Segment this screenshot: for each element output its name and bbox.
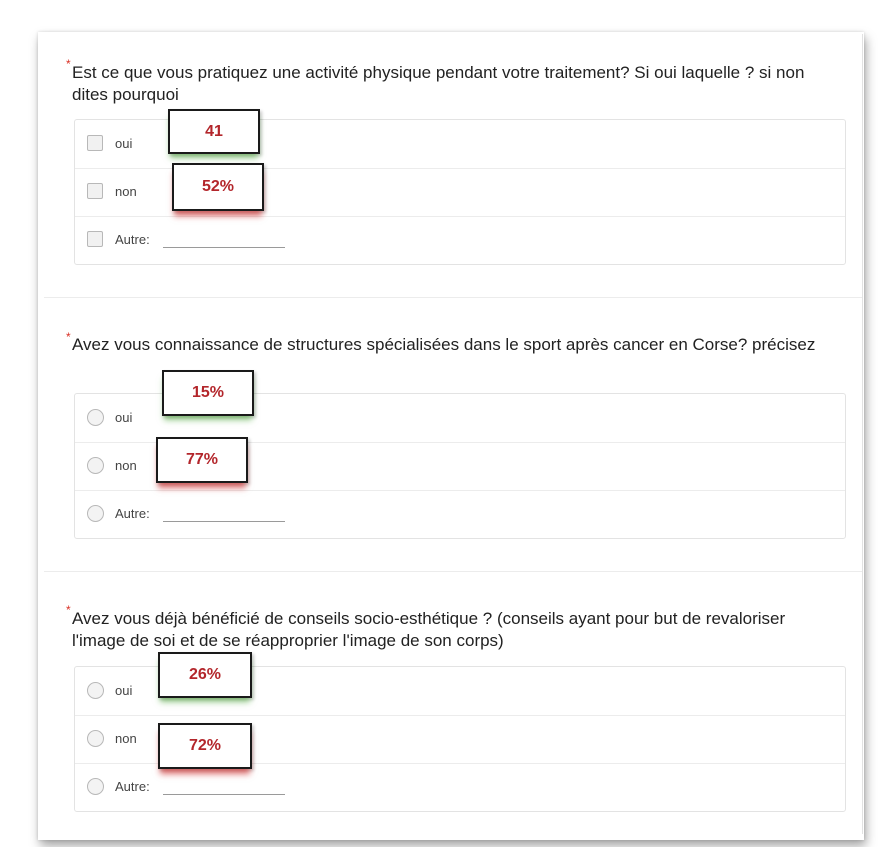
required-asterisk: * xyxy=(66,603,71,617)
question-text: Avez vous connaissance de structures spé… xyxy=(72,335,816,354)
section-divider xyxy=(44,297,862,298)
option-autre[interactable]: Autre: xyxy=(75,490,845,538)
stat-label-non: 77% xyxy=(156,437,248,483)
stat-label-non: 52% xyxy=(172,163,264,211)
required-asterisk: * xyxy=(66,330,71,344)
radio-oui[interactable] xyxy=(87,682,104,699)
option-label: Autre: xyxy=(115,232,150,247)
radio-autre[interactable] xyxy=(87,505,104,522)
checkbox-oui[interactable] xyxy=(87,135,103,151)
option-label: oui xyxy=(115,136,133,151)
radio-autre[interactable] xyxy=(87,778,104,795)
option-label: Autre: xyxy=(115,779,150,794)
option-label: oui xyxy=(115,410,133,425)
option-label: non xyxy=(115,458,137,473)
autre-text-field[interactable] xyxy=(163,247,285,248)
stat-label-non: 72% xyxy=(158,723,252,769)
stat-label-oui: 26% xyxy=(158,652,252,698)
option-autre[interactable]: Autre: xyxy=(75,763,845,811)
option-label: oui xyxy=(115,683,133,698)
autre-text-field[interactable] xyxy=(163,794,285,795)
radio-non[interactable] xyxy=(87,457,104,474)
checkbox-non[interactable] xyxy=(87,183,103,199)
option-label: Autre: xyxy=(115,506,150,521)
radio-non[interactable] xyxy=(87,730,104,747)
option-autre[interactable]: Autre: xyxy=(75,216,845,264)
question-text: Avez vous déjà bénéficié de conseils soc… xyxy=(72,609,786,650)
section-divider xyxy=(44,571,862,572)
autre-text-field[interactable] xyxy=(163,521,285,522)
stat-label-oui: 15% xyxy=(162,370,254,416)
option-label: non xyxy=(115,731,137,746)
question-text: Est ce que vous pratiquez une activité p… xyxy=(72,63,805,104)
option-label: non xyxy=(115,184,137,199)
required-asterisk: * xyxy=(66,57,71,71)
radio-oui[interactable] xyxy=(87,409,104,426)
checkbox-autre[interactable] xyxy=(87,231,103,247)
stat-label-oui: 41 xyxy=(168,109,260,154)
